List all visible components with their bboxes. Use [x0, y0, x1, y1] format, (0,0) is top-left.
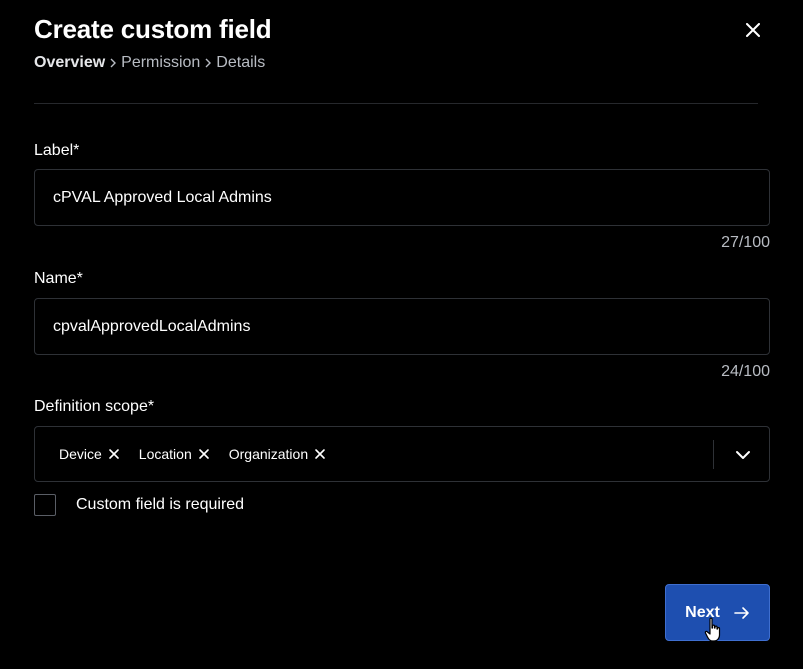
remove-chip-icon[interactable]	[314, 448, 326, 460]
header-divider	[34, 103, 758, 104]
arrow-right-icon	[734, 606, 750, 620]
chip-label: Location	[138, 446, 192, 462]
breadcrumb-item-details[interactable]: Details	[216, 54, 265, 72]
label-input[interactable]	[34, 169, 770, 226]
required-checkbox[interactable]	[34, 494, 56, 516]
close-icon	[746, 23, 760, 37]
definition-scope-select[interactable]: Device Location Organization	[34, 426, 770, 482]
next-button[interactable]: Next	[665, 584, 770, 641]
name-input[interactable]	[34, 298, 770, 355]
chip-label: Device	[59, 446, 102, 462]
label-char-counter: 27/100	[721, 234, 770, 251]
breadcrumb: Overview Permission Details	[34, 54, 265, 72]
select-separator	[713, 440, 714, 469]
scope-chip-location: Location	[139, 446, 210, 462]
scope-chip-organization: Organization	[229, 446, 326, 462]
label-field-label: Label*	[34, 142, 80, 159]
remove-chip-icon[interactable]	[108, 448, 120, 460]
definition-scope-label: Definition scope*	[34, 398, 155, 415]
chevron-right-icon	[106, 57, 120, 69]
required-checkbox-label[interactable]: Custom field is required	[76, 496, 244, 514]
breadcrumb-item-permission[interactable]: Permission	[121, 54, 200, 72]
dropdown-toggle-button[interactable]	[725, 440, 761, 469]
required-checkbox-row: Custom field is required	[34, 494, 244, 516]
breadcrumb-item-overview[interactable]: Overview	[34, 54, 105, 72]
create-custom-field-modal: Create custom field Overview Permission …	[0, 0, 803, 669]
close-button[interactable]	[741, 18, 765, 42]
name-field-label: Name*	[34, 270, 83, 287]
remove-chip-icon[interactable]	[198, 448, 210, 460]
next-button-label: Next	[685, 603, 720, 621]
name-char-counter: 24/100	[721, 363, 770, 380]
modal-title: Create custom field	[34, 14, 272, 44]
chip-label: Organization	[228, 446, 309, 462]
chevron-down-icon	[736, 450, 750, 459]
chevron-right-icon	[201, 57, 215, 69]
scope-chip-device: Device	[59, 446, 120, 462]
